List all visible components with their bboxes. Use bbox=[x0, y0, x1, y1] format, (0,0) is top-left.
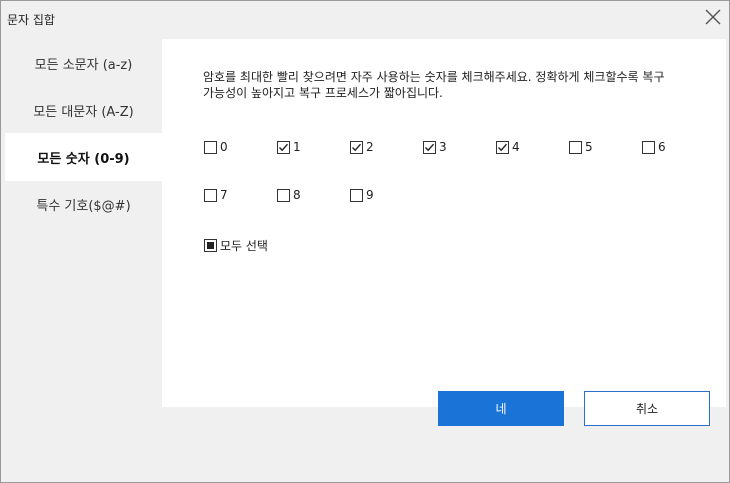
digit-label: 1 bbox=[293, 140, 301, 154]
digit-checkbox-5[interactable]: 5 bbox=[569, 139, 593, 155]
checkbox-unchecked-icon bbox=[642, 140, 655, 154]
sidebar-item-label: 모든 대문자 (A-Z) bbox=[33, 104, 134, 120]
digit-checkbox-3[interactable]: 3 bbox=[423, 139, 447, 155]
digit-checkbox-1[interactable]: 1 bbox=[277, 139, 301, 155]
digit-label: 0 bbox=[220, 140, 228, 154]
digit-checkbox-7[interactable]: 7 bbox=[204, 187, 228, 203]
sidebar-item-label: 모든 숫자 (0-9) bbox=[37, 151, 130, 167]
checkbox-unchecked-icon bbox=[569, 140, 582, 154]
ok-button-label: 네 bbox=[495, 402, 507, 416]
digit-label: 7 bbox=[220, 188, 228, 202]
digit-label: 4 bbox=[512, 140, 520, 154]
digit-label: 5 bbox=[585, 140, 593, 154]
cancel-button-label: 취소 bbox=[635, 402, 659, 416]
digit-checkbox-0[interactable]: 0 bbox=[204, 139, 228, 155]
digit-checkbox-4[interactable]: 4 bbox=[496, 139, 520, 155]
checkmark-icon bbox=[350, 140, 363, 154]
select-all-label: 모두 선택 bbox=[220, 238, 268, 253]
digit-checkbox-8[interactable]: 8 bbox=[277, 187, 301, 203]
checkbox-unchecked-icon bbox=[277, 188, 290, 202]
checkbox-unchecked-icon bbox=[204, 140, 217, 154]
sidebar-item-digits[interactable]: 모든 숫자 (0-9) bbox=[5, 133, 162, 181]
digit-selection-panel: 암호를 최대한 빨리 찾으려면 자주 사용하는 숫자를 체크해주세요. 정확하게… bbox=[162, 39, 726, 407]
digit-label: 8 bbox=[293, 188, 301, 202]
ok-button[interactable]: 네 bbox=[438, 391, 564, 426]
sidebar-item-label: 특수 기호($@#) bbox=[36, 198, 131, 214]
select-all-checkbox[interactable]: 모두 선택 bbox=[204, 237, 268, 253]
digit-checkbox-9[interactable]: 9 bbox=[350, 187, 374, 203]
digit-label: 6 bbox=[658, 140, 666, 154]
checkbox-unchecked-icon bbox=[204, 188, 217, 202]
character-set-dialog: 문자 집합 모든 소문자 (a-z) 모든 대문자 (A-Z) 모든 숫자 (0… bbox=[0, 0, 730, 483]
sidebar-item-lowercase[interactable]: 모든 소문자 (a-z) bbox=[5, 39, 162, 87]
sidebar-item-uppercase[interactable]: 모든 대문자 (A-Z) bbox=[5, 86, 162, 134]
checkmark-icon bbox=[277, 140, 290, 154]
digit-label: 3 bbox=[439, 140, 447, 154]
description-text: 암호를 최대한 빨리 찾으려면 자주 사용하는 숫자를 체크해주세요. 정확하게… bbox=[203, 70, 665, 100]
close-icon[interactable] bbox=[703, 7, 723, 27]
dialog-title: 문자 집합 bbox=[7, 13, 55, 27]
checkbox-unchecked-icon bbox=[350, 188, 363, 202]
checkmark-icon bbox=[423, 140, 436, 154]
sidebar-item-label: 모든 소문자 (a-z) bbox=[34, 57, 133, 73]
digit-label: 2 bbox=[366, 140, 374, 154]
cancel-button[interactable]: 취소 bbox=[584, 391, 710, 426]
digit-checkbox-6[interactable]: 6 bbox=[642, 139, 666, 155]
digit-label: 9 bbox=[366, 188, 374, 202]
checkbox-indeterminate-icon bbox=[204, 238, 217, 252]
sidebar-item-symbols[interactable]: 특수 기호($@#) bbox=[5, 180, 162, 228]
checkmark-icon bbox=[496, 140, 509, 154]
digit-checkbox-2[interactable]: 2 bbox=[350, 139, 374, 155]
title-bar: 문자 집합 bbox=[1, 1, 729, 37]
category-sidebar: 모든 소문자 (a-z) 모든 대문자 (A-Z) 모든 숫자 (0-9) 특수… bbox=[5, 39, 162, 407]
